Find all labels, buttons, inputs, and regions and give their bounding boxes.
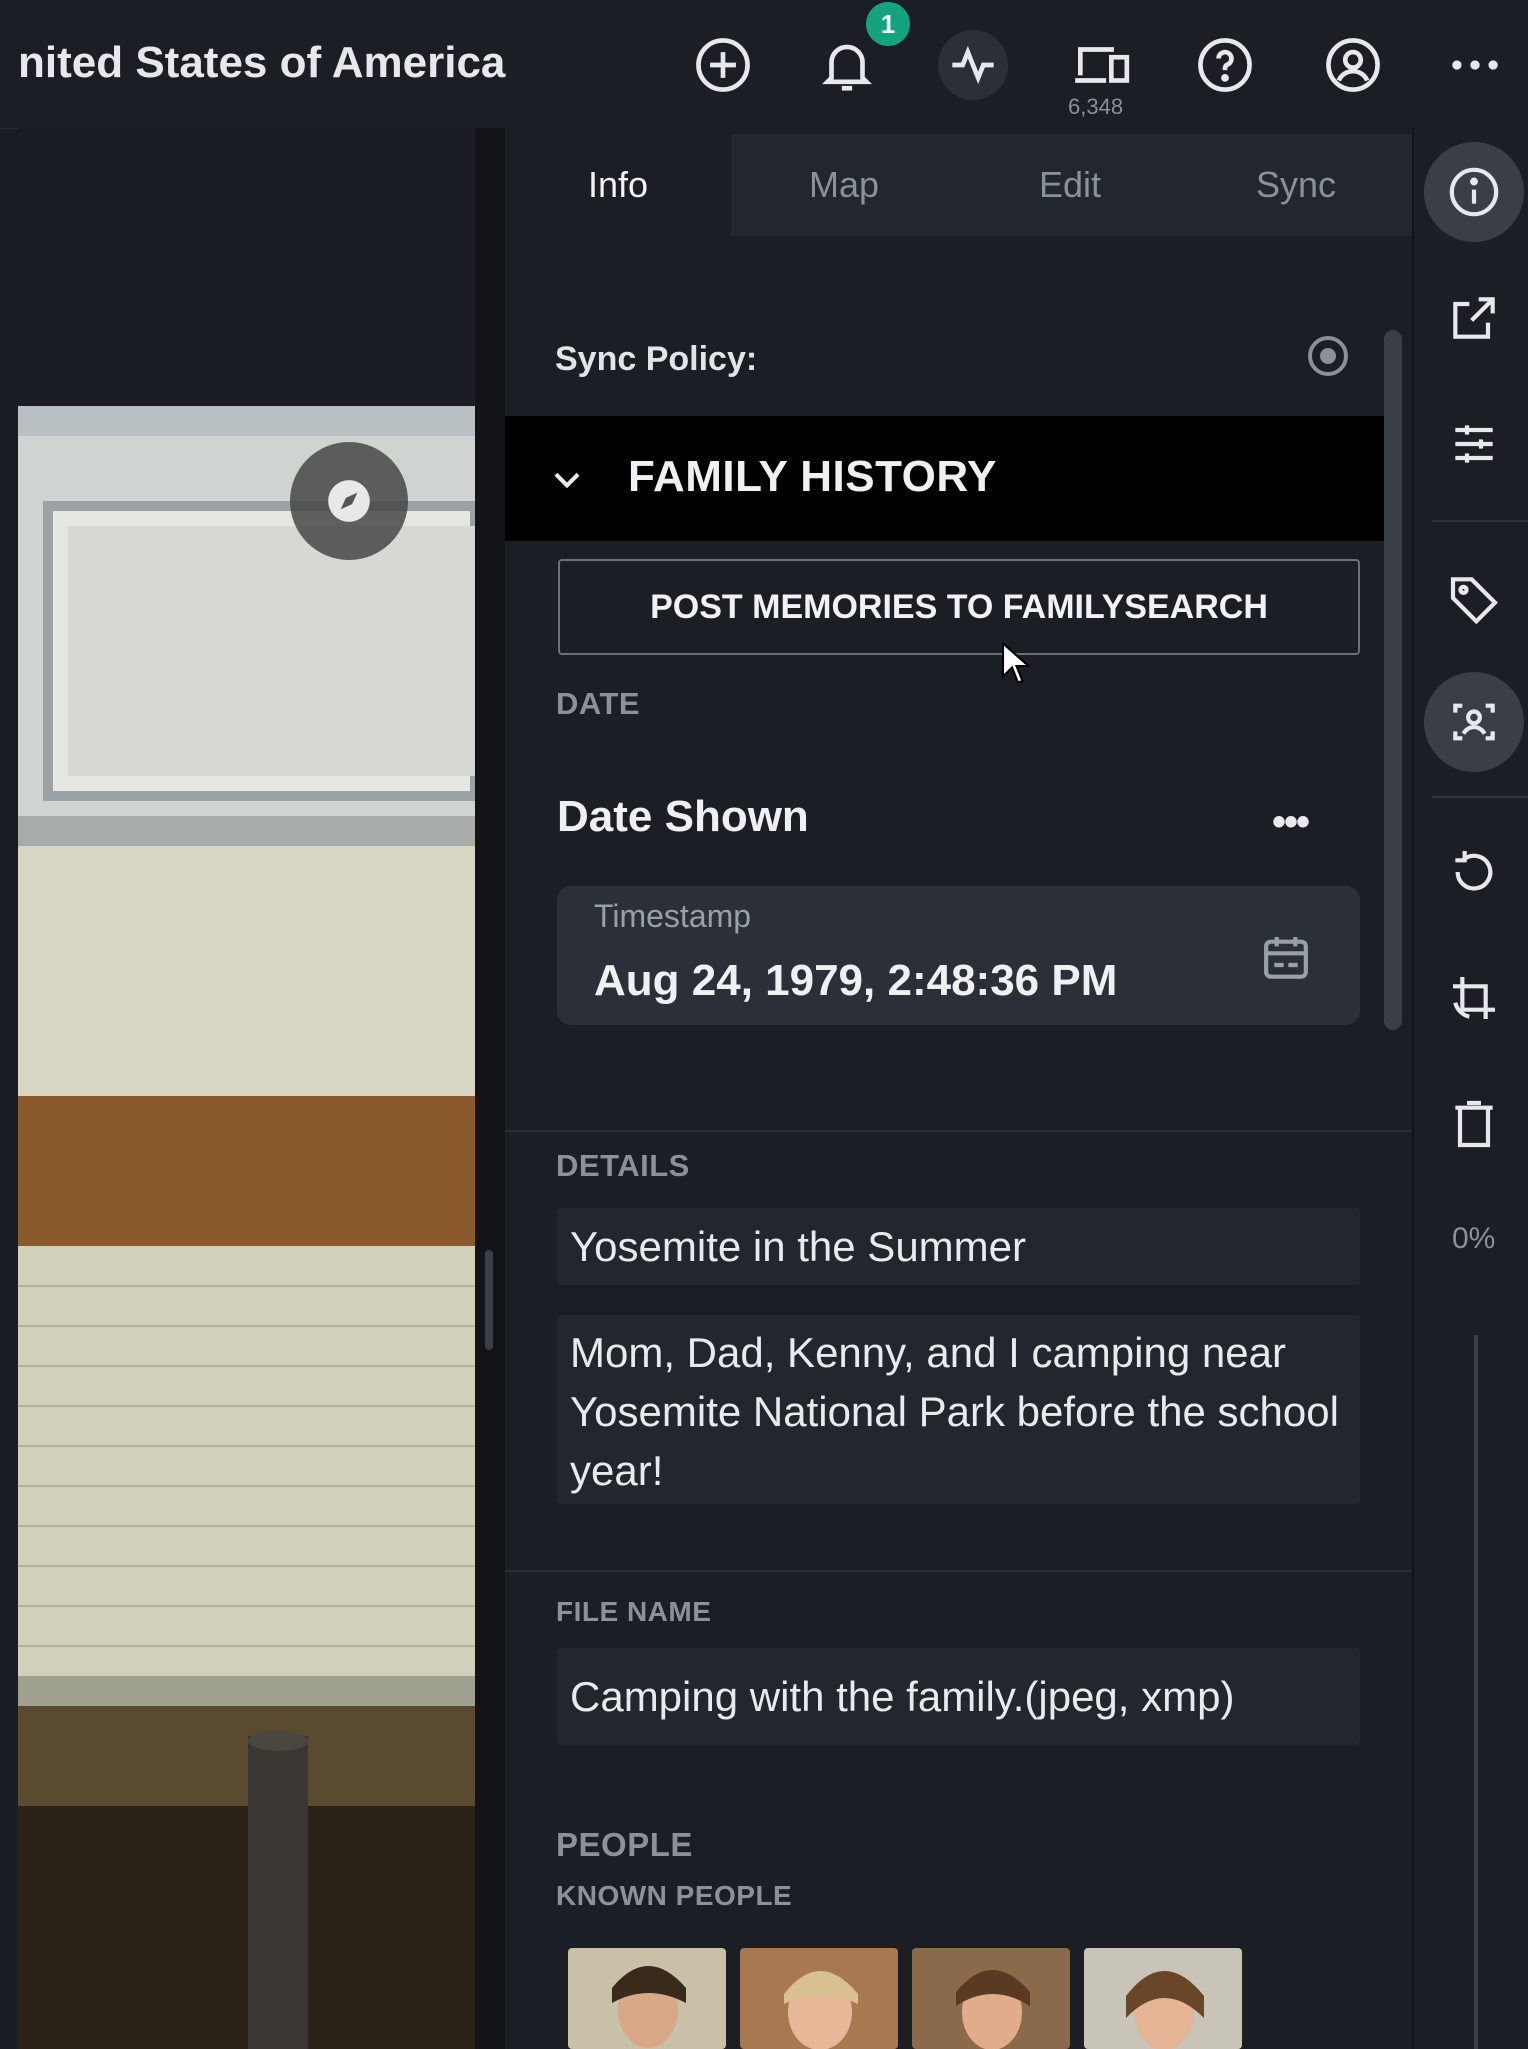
tab-map[interactable]: Map (731, 134, 957, 236)
person-thumbnail[interactable] (740, 1948, 898, 2049)
tab-sync[interactable]: Sync (1183, 134, 1409, 236)
panel-scrollbar[interactable] (1384, 330, 1402, 1030)
calendar-icon[interactable] (1258, 928, 1314, 988)
account-icon[interactable] (1318, 30, 1388, 100)
photo-image (18, 406, 475, 2049)
rotate-icon[interactable] (1424, 822, 1524, 922)
bell-icon[interactable] (812, 30, 882, 100)
timestamp-value[interactable]: Aug 24, 1979, 2:48:36 PM (594, 956, 1117, 1006)
activity-icon[interactable] (938, 30, 1008, 100)
devices-icon[interactable] (1066, 30, 1136, 100)
page-title: nited States of America (18, 38, 506, 87)
section-divider (505, 1130, 1412, 1132)
toolbar-divider (1432, 796, 1528, 798)
person-thumbnail[interactable] (568, 1948, 726, 2049)
notification-badge: 1 (866, 2, 910, 46)
add-circle-icon[interactable] (688, 30, 758, 100)
chevron-down-icon[interactable] (548, 460, 586, 498)
crop-rotate-icon[interactable] (1424, 948, 1524, 1048)
tag-icon[interactable] (1424, 548, 1524, 648)
compass-icon (328, 480, 370, 522)
compass-button[interactable] (290, 442, 408, 560)
file-name-section-label: FILE NAME (556, 1596, 712, 1627)
known-people-label: KNOWN PEOPLE (556, 1880, 793, 1911)
post-memories-button[interactable]: POST MEMORIES TO FAMILYSEARCH (558, 559, 1360, 655)
file-name-value: Camping with the family.(jpeg, xmp) (557, 1648, 1360, 1745)
device-count: 6,348 (1068, 94, 1124, 119)
date-shown-heading: Date Shown (557, 792, 809, 841)
tab-info[interactable]: Info (505, 134, 731, 236)
zoom-slider[interactable] (1474, 1335, 1478, 2049)
toolbar-divider (1432, 520, 1528, 522)
timestamp-label: Timestamp (594, 898, 752, 934)
date-section-label: DATE (556, 686, 641, 721)
cursor-icon (1001, 641, 1030, 684)
date-more-button[interactable]: ••• (1272, 800, 1310, 845)
more-icon[interactable] (1440, 30, 1510, 100)
people-section-label: PEOPLE (556, 1826, 693, 1863)
divider-grip[interactable] (485, 1250, 493, 1350)
details-description-input[interactable]: Mom, Dad, Kenny, and I camping near Yose… (557, 1315, 1360, 1504)
family-history-title: FAMILY HISTORY (628, 452, 997, 501)
section-divider (505, 1570, 1412, 1572)
open-external-icon[interactable] (1424, 268, 1524, 368)
sync-policy-radio[interactable] (1308, 336, 1348, 376)
photo-viewer[interactable] (18, 128, 475, 2049)
details-section-label: DETAILS (556, 1148, 690, 1183)
help-icon[interactable] (1190, 30, 1260, 100)
person-thumbnail[interactable] (912, 1948, 1070, 2049)
sync-policy-label: Sync Policy: (555, 340, 758, 378)
details-title-input[interactable]: Yosemite in the Summer (557, 1208, 1360, 1285)
trash-icon[interactable] (1424, 1074, 1524, 1174)
panel-divider[interactable] (475, 128, 505, 2049)
info-icon[interactable] (1424, 142, 1524, 242)
face-recognition-icon[interactable] (1424, 672, 1524, 772)
person-thumbnail[interactable] (1084, 1948, 1242, 2049)
adjustments-icon[interactable] (1424, 394, 1524, 494)
zoom-percent: 0% (1452, 1222, 1496, 1255)
tab-edit[interactable]: Edit (957, 134, 1183, 236)
